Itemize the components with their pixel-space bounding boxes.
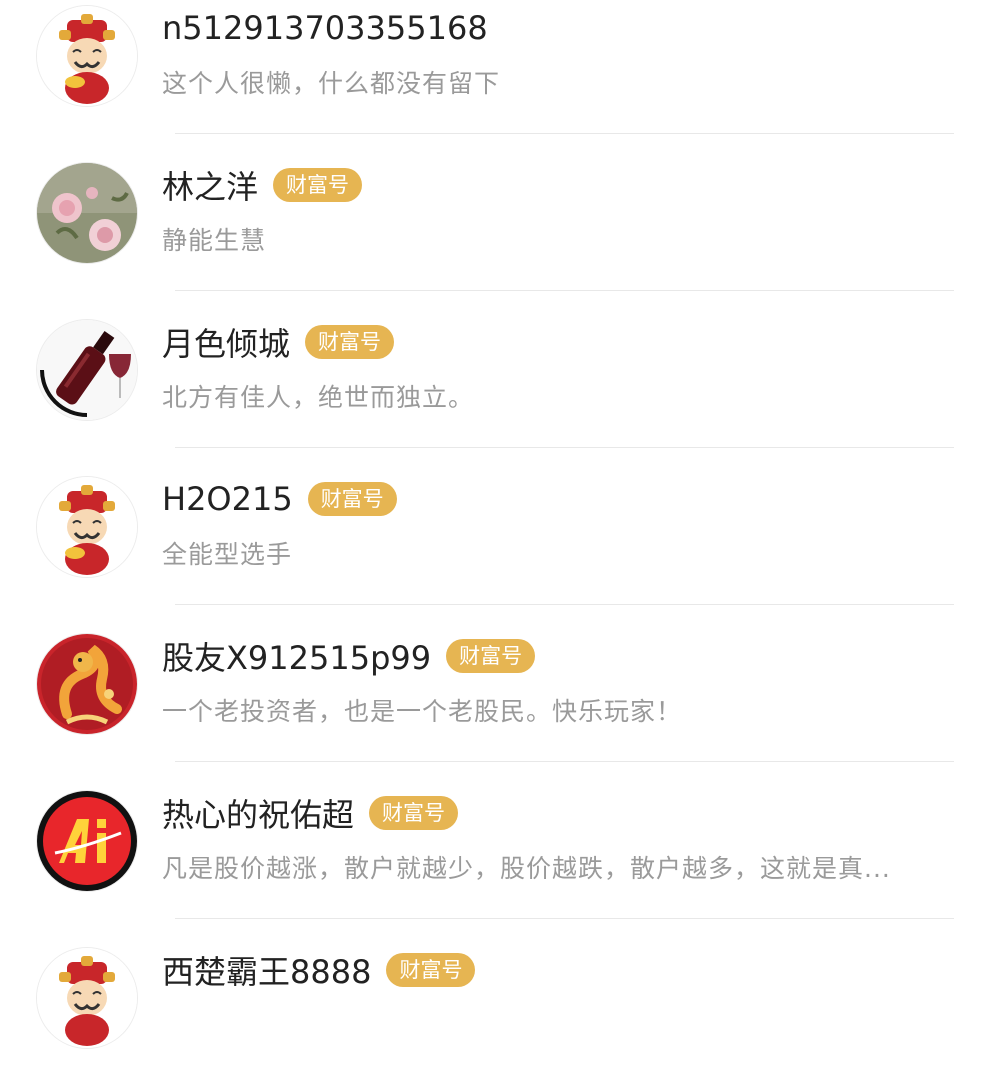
name-line: n512913703355168: [162, 6, 488, 50]
user-row[interactable]: 林之洋 财富号 静能生慧: [0, 133, 991, 291]
wealth-badge: 财富号: [386, 953, 476, 987]
caishen-avatar[interactable]: [37, 477, 137, 577]
name-line: 股友X912515p99 财富号: [162, 633, 536, 679]
user-row[interactable]: 西楚霸王8888 财富号: [0, 918, 991, 1075]
wealth-badge: 财富号: [305, 325, 395, 359]
user-name[interactable]: 股友X912515p99: [162, 633, 431, 679]
user-bio: 凡是股价越涨，散户就越少，股价越跌，散户越多，这就是真...: [162, 854, 891, 883]
user-name[interactable]: 林之洋: [162, 162, 258, 208]
ai-logo-avatar[interactable]: [37, 791, 137, 891]
wealth-badge: 财富号: [446, 639, 536, 673]
user-bio: 一个老投资者，也是一个老股民。快乐玩家！: [162, 697, 683, 726]
user-name[interactable]: n512913703355168: [162, 9, 488, 47]
wine-bottle-avatar[interactable]: [37, 320, 137, 420]
caishen-avatar[interactable]: [37, 6, 137, 106]
wealth-badge: 财富号: [273, 168, 363, 202]
name-line: H2O215 财富号: [162, 477, 397, 521]
name-line: 林之洋 财富号: [162, 162, 363, 208]
user-bio: 这个人很懒，什么都没有留下: [162, 69, 501, 98]
user-bio: 全能型选手: [162, 540, 293, 569]
user-row[interactable]: H2O215 财富号 全能型选手: [0, 447, 991, 605]
user-name[interactable]: 月色倾城: [162, 319, 290, 365]
name-line: 月色倾城 财富号: [162, 319, 395, 365]
user-name[interactable]: H2O215: [162, 480, 293, 518]
user-row[interactable]: 月色倾城 财富号 北方有佳人，绝世而独立。: [0, 290, 991, 448]
wealth-badge: 财富号: [307, 482, 397, 516]
user-row[interactable]: 股友X912515p99 财富号 一个老投资者，也是一个老股民。快乐玩家！: [0, 604, 991, 762]
dragon-avatar[interactable]: [37, 634, 137, 734]
user-bio: 北方有佳人，绝世而独立。: [162, 383, 475, 412]
caishen-avatar[interactable]: [37, 948, 137, 1048]
user-row[interactable]: n512913703355168 这个人很懒，什么都没有留下: [0, 0, 991, 134]
name-line: 热心的祝佑超 财富号: [162, 790, 459, 836]
flower-painting-avatar[interactable]: [37, 163, 137, 263]
user-name[interactable]: 西楚霸王8888: [162, 947, 371, 993]
user-bio: 静能生慧: [162, 226, 267, 255]
user-row[interactable]: 热心的祝佑超 财富号 凡是股价越涨，散户就越少，股价越跌，散户越多，这就是真..…: [0, 761, 991, 919]
name-line: 西楚霸王8888 财富号: [162, 947, 476, 993]
wealth-badge: 财富号: [369, 796, 459, 830]
user-name[interactable]: 热心的祝佑超: [162, 790, 354, 836]
